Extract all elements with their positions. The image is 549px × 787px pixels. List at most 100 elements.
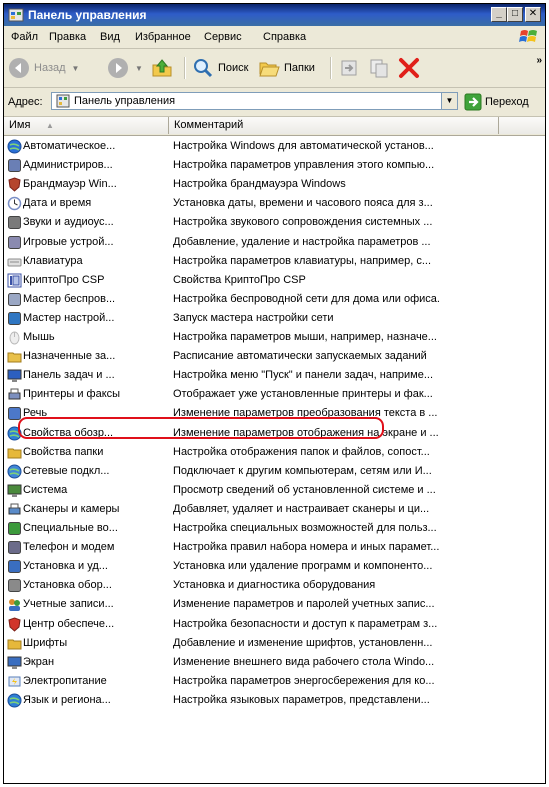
clock-icon <box>7 197 22 211</box>
title-bar[interactable]: Панель управления _ □ ✕ <box>4 4 545 26</box>
list-item[interactable]: Брандмауэр Win... Настройка брандмауэра W… <box>4 175 545 194</box>
search-button[interactable]: Поиск <box>192 55 248 81</box>
list-header: Имя ▲ Комментарий <box>4 117 545 136</box>
item-comment: Настройка параметров клавиатуры, наприме… <box>173 254 432 267</box>
item-name: Игровые устрой... <box>23 235 114 248</box>
item-name: Сетевые подкл... <box>23 464 110 477</box>
go-arrow-icon <box>464 93 482 111</box>
delete-button[interactable] <box>398 55 420 81</box>
list-item[interactable]: Автоматическое... Настройка Windows для а… <box>4 137 545 156</box>
address-input[interactable]: Панель управления ▼ <box>51 92 458 110</box>
scanner-icon <box>8 503 21 515</box>
menu-tools[interactable]: Сервис <box>204 31 242 43</box>
item-name: Назначенные за... <box>23 350 116 363</box>
list-item[interactable]: Свойства папки Настройка отображения папо… <box>4 443 545 462</box>
network-wizard-icon <box>8 311 21 325</box>
copy-to-button[interactable] <box>368 55 390 81</box>
move-to-button[interactable] <box>338 55 360 81</box>
column-header-empty <box>499 117 545 134</box>
item-name: Свойства папки <box>23 445 104 458</box>
list-item[interactable]: Электропитание Настройка параметров энерг… <box>4 672 545 691</box>
list-item[interactable]: Установка и уд... Установка или удаление … <box>4 557 545 576</box>
minimize-button[interactable]: _ <box>491 7 507 22</box>
menu-file[interactable]: Файл <box>11 31 38 43</box>
list-item[interactable]: Специальные во... Настройка специальных в… <box>4 519 545 538</box>
address-label: Адрес: <box>8 96 43 108</box>
menu-help[interactable]: Справка <box>263 31 306 43</box>
item-comment: Установка и диагностика оборудования <box>173 579 376 592</box>
list-item[interactable]: Сканеры и камеры Добавляет, удаляет и нас… <box>4 500 545 519</box>
column-header-comment[interactable]: Комментарий <box>169 117 499 134</box>
menu-view[interactable]: Вид <box>100 31 120 43</box>
list-item[interactable]: Телефон и модем Настройка правил набора н… <box>4 538 545 557</box>
forward-button[interactable]: ▼ <box>107 55 143 81</box>
item-comment: Настройка брандмауэра Windows <box>173 178 346 191</box>
up-folder-button[interactable] <box>151 55 173 81</box>
item-name: Язык и регионa... <box>23 693 111 706</box>
list-item[interactable]: Центр обеспече... Настройка безопасности … <box>4 615 545 634</box>
item-comment: Настройка параметров мыши, например, наз… <box>173 331 437 343</box>
item-comment: Отображает уже установленные принтеры и … <box>173 388 433 401</box>
item-name: Шрифты <box>23 636 68 649</box>
globe-icon <box>7 139 22 154</box>
address-bar: Адрес: Панель управления ▼ Переход <box>4 88 545 117</box>
item-name: Мастер беспров... <box>23 292 116 305</box>
forward-dropdown-icon[interactable]: ▼ <box>135 64 143 73</box>
forward-arrow-icon <box>108 58 128 78</box>
item-name: Звуки и аудиоус... <box>23 216 114 229</box>
list-item[interactable]: Язык и регионa... Настройка языковых пара… <box>4 691 545 710</box>
copy-to-icon <box>370 59 388 78</box>
item-comment: Запуск мастера настройки сети <box>173 311 334 324</box>
item-name: Брандмауэр Win... <box>23 178 117 191</box>
item-comment: Настройка Windows для автоматической уст… <box>173 140 434 152</box>
list-item[interactable]: Установка обор... Установка и диагностика… <box>4 576 545 595</box>
menu-favorites[interactable]: Избранное <box>135 31 191 43</box>
item-name: Экран <box>23 655 55 668</box>
back-arrow-icon <box>9 58 29 78</box>
list-item[interactable]: Экран Изменение внешнего вида рабочего ст… <box>4 653 545 672</box>
address-dropdown-icon[interactable]: ▼ <box>441 93 457 109</box>
menu-bar: Файл Правка Вид Избранное Сервис Справка <box>4 26 545 49</box>
list-item[interactable]: Сетевые подкл... Подключает к другим комп… <box>4 462 545 481</box>
item-comment: Настройка звукового сопровождения систем… <box>173 216 433 229</box>
list-item[interactable]: Администриров... Настройка параметров упр… <box>4 156 545 175</box>
maximize-button[interactable]: □ <box>507 7 523 22</box>
list-item[interactable]: Шрифты Добавление и изменение шрифтов, ус… <box>4 634 545 653</box>
item-name: Электропитание <box>23 674 107 687</box>
list-item[interactable]: Учетные записи... Изменение параметров и … <box>4 595 545 614</box>
list-item[interactable]: Мышь Настройка параметров мыши, например,… <box>4 328 545 347</box>
item-name: Дата и время <box>23 197 92 210</box>
list-item[interactable]: Панель задач и ... Настройка меню "Пуск" … <box>4 366 545 385</box>
back-dropdown-icon[interactable]: ▼ <box>72 64 80 73</box>
list-item[interactable]: Мастер беспров... Настройка беспроводной … <box>4 290 545 309</box>
column-header-name[interactable]: Имя ▲ <box>4 117 169 134</box>
list-item[interactable]: Принтеры и факсы Отображает уже установле… <box>4 385 545 404</box>
item-name: Система <box>23 483 68 496</box>
item-comment: Добавление и изменение шрифтов, установл… <box>173 636 433 649</box>
wireless-icon <box>8 292 21 306</box>
item-name: Клавиатура <box>23 254 83 267</box>
list-item[interactable]: Звуки и аудиоус... Настройка звукового со… <box>4 213 545 232</box>
go-button[interactable]: Переход <box>464 92 529 112</box>
toolbar-overflow-icon[interactable]: » <box>536 55 542 66</box>
list-item[interactable]: Клавиатура Настройка параметров клавиатур… <box>4 252 545 271</box>
speaker-icon <box>8 216 21 230</box>
item-name: КриптоПро CSP <box>23 273 105 286</box>
list-item[interactable]: Назначенные за... Расписание автоматическ… <box>4 347 545 366</box>
list-item[interactable]: Мастер настрой... Запуск мастера настройк… <box>4 309 545 328</box>
delete-x-icon <box>399 58 419 78</box>
list-item[interactable]: Система Просмотр сведений об установленно… <box>4 481 545 500</box>
back-button[interactable]: Назад ▼ <box>8 55 79 81</box>
item-comment: Изменение внешнего вида рабочего стола W… <box>173 655 435 668</box>
close-button[interactable]: ✕ <box>525 7 541 22</box>
mouse-icon <box>9 331 20 345</box>
fonts-folder-icon <box>7 639 22 650</box>
folders-button[interactable]: Папки <box>258 55 315 81</box>
list-item[interactable]: Игровые устрой... Добавление, удаление и … <box>4 233 545 252</box>
power-icon <box>8 676 21 687</box>
item-comment: Настройка параметров управления этого ко… <box>173 159 435 172</box>
list-item[interactable]: Дата и время Установка даты, времени и ча… <box>4 194 545 213</box>
list-item[interactable]: КриптоПро CSP Свойства КриптоПро CSP <box>4 271 545 290</box>
menu-edit[interactable]: Правка <box>49 31 86 43</box>
item-name: Мастер настрой... <box>23 311 115 324</box>
